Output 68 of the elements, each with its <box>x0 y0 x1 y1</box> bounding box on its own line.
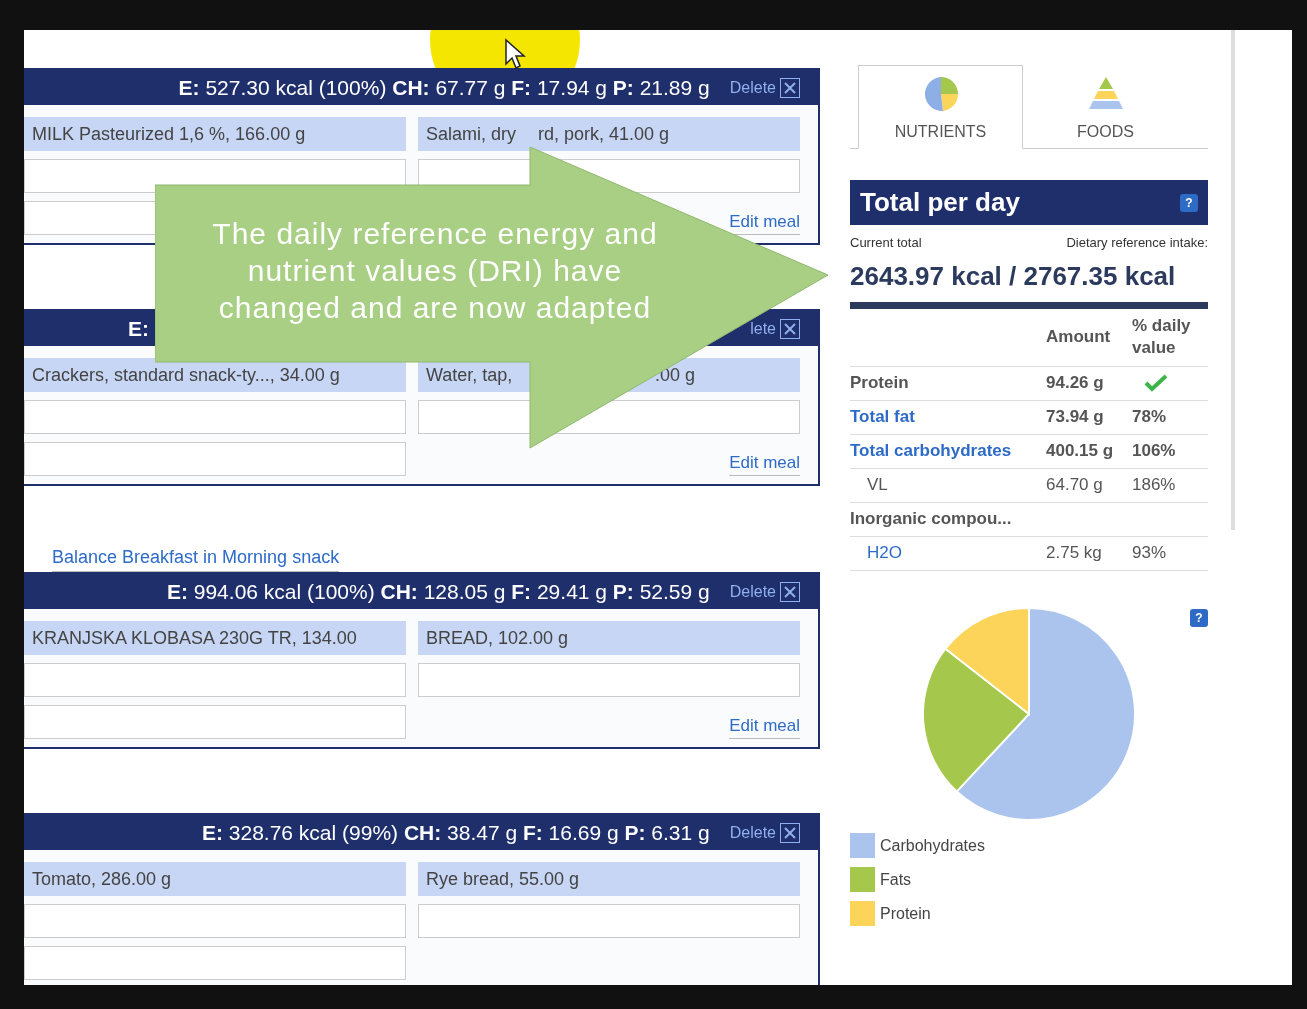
legend-label: Carbohydrates <box>880 835 985 856</box>
nutrient-amount: 94.26 g <box>1046 372 1105 395</box>
nutrient-name: VL <box>866 474 889 497</box>
food-text: Water, tap, <box>426 363 514 387</box>
daily-value: 106% <box>1132 440 1177 463</box>
nutrient-name[interactable]: Total carbohydrates <box>850 438 1046 464</box>
column-header: Amount <box>1046 326 1112 349</box>
empty-food-slot[interactable] <box>24 946 406 980</box>
nutrient-name[interactable]: Total fat <box>850 404 1046 430</box>
delete-link[interactable]: Delete <box>729 820 800 845</box>
column-header: % daily value <box>1132 315 1192 359</box>
nutrient-name: Inorganic compou... <box>850 508 1013 531</box>
edit-meal-link[interactable]: Edit meal <box>729 712 800 739</box>
food-item[interactable]: MILK Pasteurized 1,6 %, 166.00 g <box>24 117 406 151</box>
food-text: BREAD, 102.00 g <box>426 626 569 650</box>
food-text: Tomato, 286.00 g <box>32 867 172 891</box>
meal-summary: E: 994.06 kcal (100%) CH: 128.05 g F: 29.41 g P: 52.59 g <box>166 578 710 605</box>
delete-link[interactable]: lete <box>750 316 800 341</box>
callout-text: nutrient values (DRI) have <box>247 253 623 289</box>
daily-value: 78% <box>1132 406 1168 429</box>
dri-label: Dietary reference intake: <box>1066 234 1208 252</box>
food-text: KRANJSKA KLOBASA 230G TR, 134.00 <box>32 626 357 650</box>
help-icon[interactable]: ? <box>1180 193 1198 212</box>
help-icon[interactable]: ? <box>1190 608 1208 627</box>
panel-tab[interactable]: NUTRIENTS <box>858 65 1023 149</box>
empty-food-slot[interactable] <box>24 904 406 938</box>
nutrient-name: Protein <box>850 372 910 395</box>
food-text: Crackers, standard snack-ty..., 34.00 g <box>32 363 340 387</box>
empty-food-slot[interactable] <box>24 400 406 434</box>
empty-food-slot[interactable] <box>24 663 406 697</box>
delete-link[interactable]: Delete <box>729 75 800 100</box>
food-item[interactable]: KRANJSKA KLOBASA 230G TR, 134.00 <box>24 621 406 655</box>
daily-value: 186% <box>1132 474 1177 497</box>
total-value: 2643.97 kcal / 2767.35 kcal <box>850 259 1177 293</box>
food-item[interactable]: BREAD, 102.00 g <box>418 621 800 655</box>
nutrient-name[interactable]: H2O <box>850 540 1046 566</box>
nutrient-amount: 400.15 g <box>1046 440 1115 463</box>
edit-meal-link[interactable]: Edit meal <box>729 449 800 476</box>
panel-tab[interactable]: FOODS <box>1023 65 1188 149</box>
empty-food-slot[interactable] <box>418 663 800 697</box>
callout-text: changed and are now adapted <box>218 290 652 326</box>
food-text: Rye bread, 55.00 g <box>426 867 580 891</box>
close-icon[interactable] <box>780 318 800 339</box>
empty-food-slot[interactable] <box>24 705 406 739</box>
food-item[interactable]: Tomato, 286.00 g <box>24 862 406 896</box>
food-text: Salami, dry <box>426 122 518 146</box>
total-title: Total per day <box>860 186 1020 219</box>
meal-summary: E: 328.76 kcal (99%) CH: 38.47 g F: 16.69 g P: 6.31 g <box>201 819 710 846</box>
meal-summary: E: 527.30 kcal (100%) CH: 67.77 g F: 17.94 g P: 21.89 g <box>178 74 710 101</box>
current-total-label: Current total <box>850 234 922 252</box>
legend-label: Fats <box>880 869 912 890</box>
daily-value: 93% <box>1132 542 1168 565</box>
meal-summary: E: <box>128 315 149 342</box>
empty-food-slot[interactable] <box>24 442 406 476</box>
callout-text: The daily reference energy and <box>212 216 658 252</box>
food-item[interactable]: Salami, dry rd, pork, 41.00 g <box>418 117 800 151</box>
food-text: MILK Pasteurized 1,6 %, 166.00 g <box>32 122 306 146</box>
food-text: rd, pork, 41.00 g <box>538 122 670 146</box>
close-icon[interactable] <box>780 77 800 98</box>
empty-food-slot[interactable] <box>418 904 800 938</box>
nutrient-amount: 64.70 g <box>1046 474 1104 497</box>
delete-link[interactable]: Delete <box>729 579 800 604</box>
legend-label: Protein <box>880 903 931 924</box>
close-icon[interactable] <box>780 581 800 602</box>
nutrient-amount: 2.75 kg <box>1046 542 1103 565</box>
food-item[interactable]: Rye bread, 55.00 g <box>418 862 800 896</box>
nutrient-amount: 73.94 g <box>1046 406 1105 429</box>
close-icon[interactable] <box>780 822 800 843</box>
